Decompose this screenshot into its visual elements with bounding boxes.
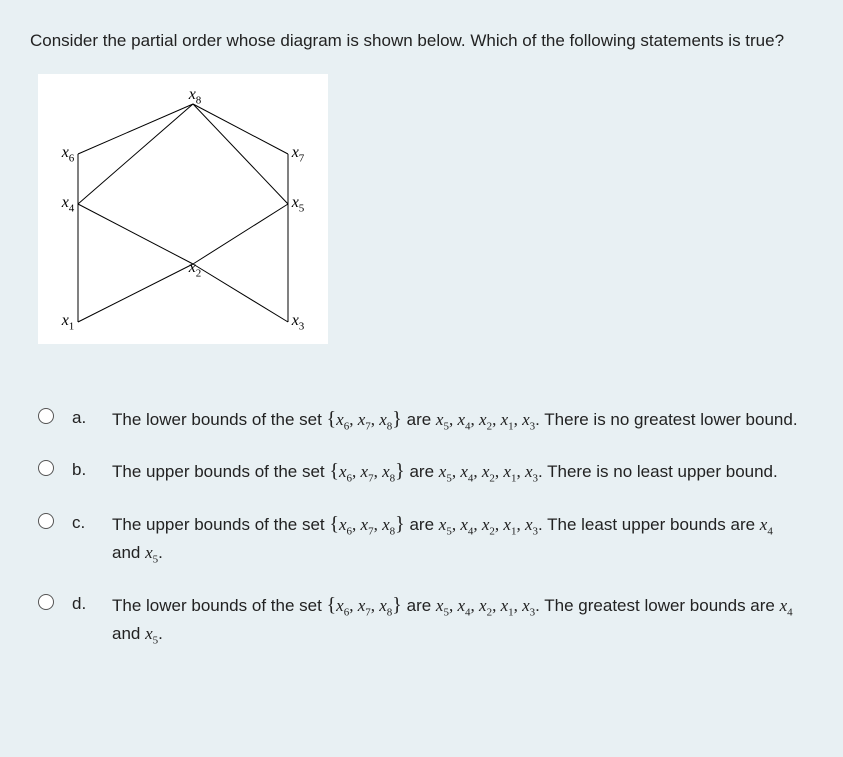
option-text: The upper bounds of the set {x6, x7, x8}… xyxy=(112,456,813,487)
hasse-diagram: x8 x6 x7 x4 x5 x2 x1 x3 xyxy=(38,74,328,344)
option-letter: b. xyxy=(72,456,94,483)
radio-icon xyxy=(38,460,54,476)
option-text: The lower bounds of the set {x6, x7, x8}… xyxy=(112,590,813,649)
radio-icon xyxy=(38,513,54,529)
option-c[interactable]: c. The upper bounds of the set {x6, x7, … xyxy=(38,509,813,568)
radio-icon xyxy=(38,408,54,424)
option-letter: d. xyxy=(72,590,94,617)
option-letter: c. xyxy=(72,509,94,536)
node-x3: x3 xyxy=(292,309,305,335)
diagram-svg xyxy=(38,74,328,344)
node-x5: x5 xyxy=(292,191,305,217)
option-b[interactable]: b. The upper bounds of the set {x6, x7, … xyxy=(38,456,813,487)
node-x6: x6 xyxy=(62,141,75,167)
node-x4: x4 xyxy=(62,191,75,217)
node-x1: x1 xyxy=(62,309,75,335)
option-text: The upper bounds of the set {x6, x7, x8}… xyxy=(112,509,813,568)
node-x2: x2 xyxy=(189,256,202,282)
option-d[interactable]: d. The lower bounds of the set {x6, x7, … xyxy=(38,590,813,649)
options-list: a. The lower bounds of the set {x6, x7, … xyxy=(30,404,813,649)
option-text: The lower bounds of the set {x6, x7, x8}… xyxy=(112,404,813,435)
option-letter: a. xyxy=(72,404,94,431)
radio-icon xyxy=(38,594,54,610)
question-text: Consider the partial order whose diagram… xyxy=(30,28,813,54)
option-a[interactable]: a. The lower bounds of the set {x6, x7, … xyxy=(38,404,813,435)
node-x7: x7 xyxy=(292,141,305,167)
node-x8: x8 xyxy=(189,83,202,109)
